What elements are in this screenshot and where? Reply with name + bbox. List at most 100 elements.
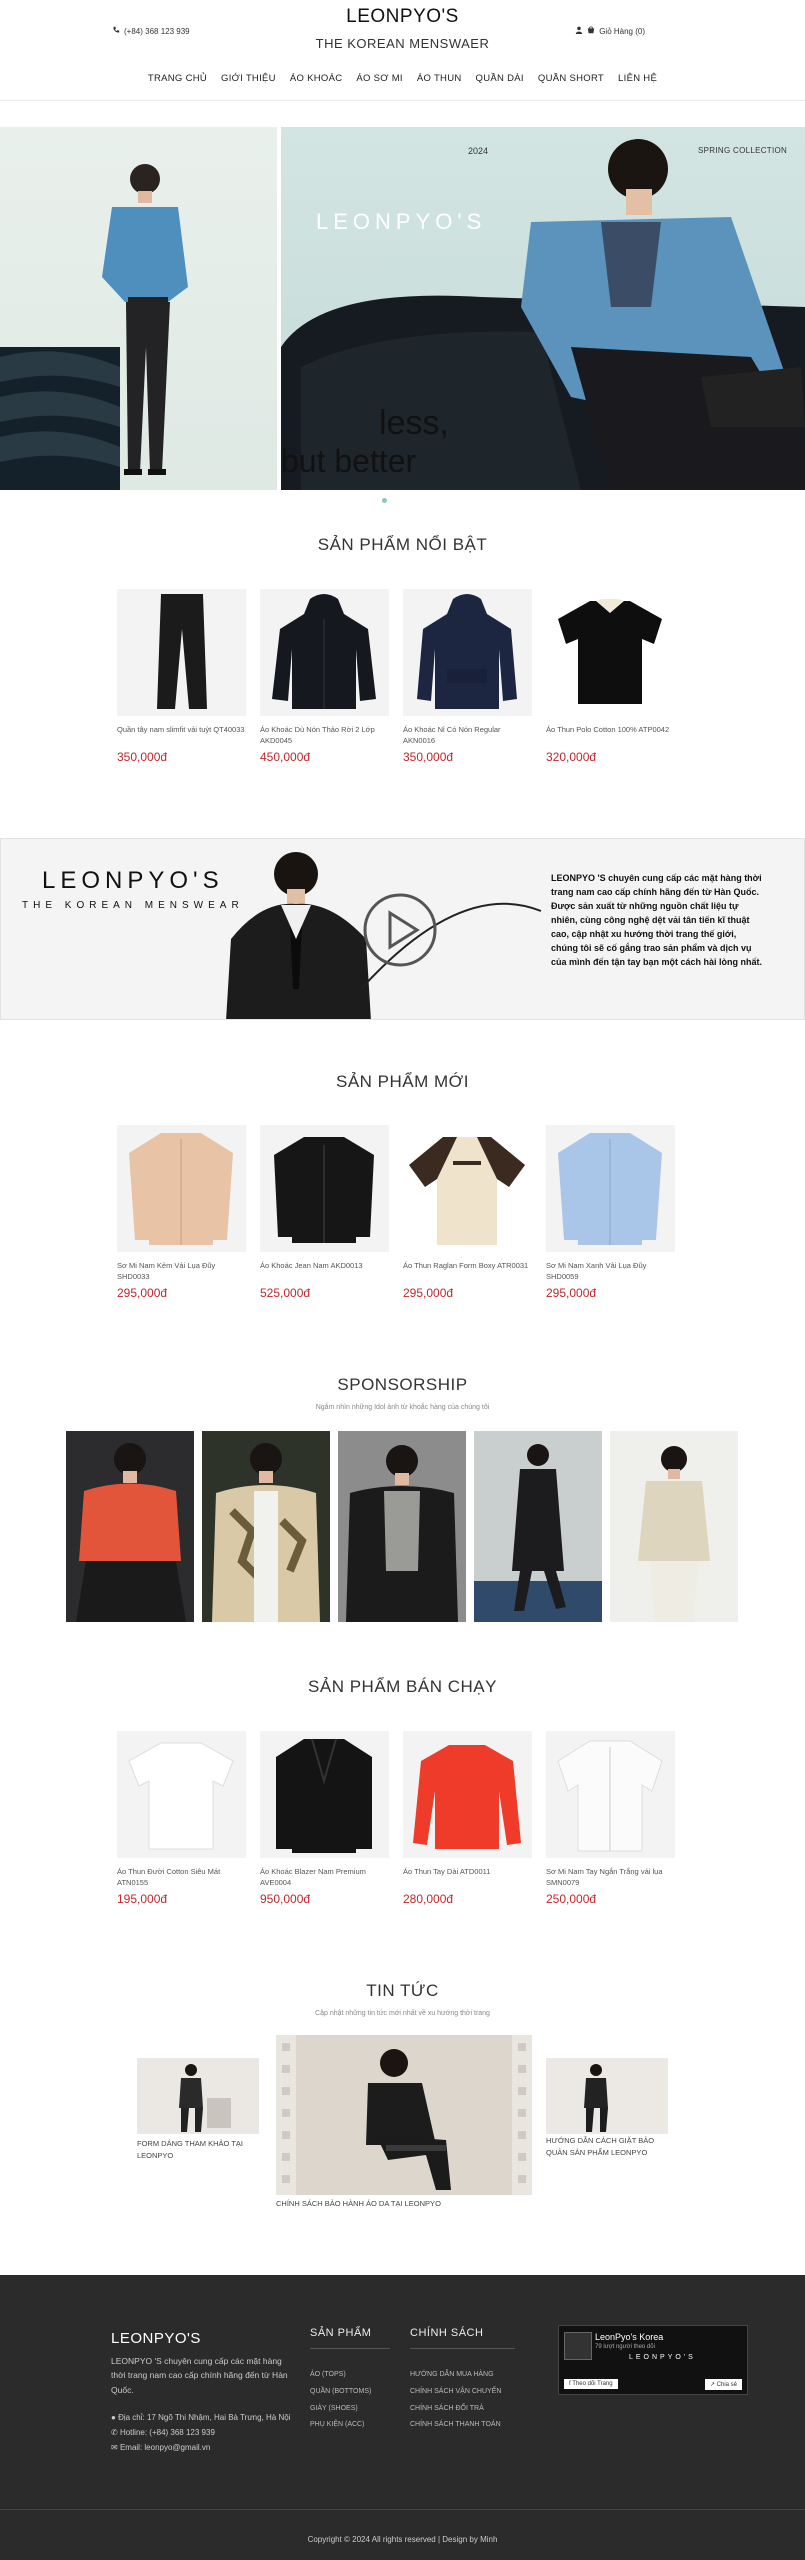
featured-grid: Quần tây nam slimfit vải tuýt QT40033 35… xyxy=(117,589,675,764)
product-price: 280,000đ xyxy=(403,1892,454,1906)
slider-dot[interactable] xyxy=(382,498,387,503)
product-card[interactable]: Áo Thun Đười Cotton Siêu Mát ATN0155 195… xyxy=(117,1731,246,1906)
banner-logo: LEONPYO'S xyxy=(42,867,224,894)
facebook-follow-button[interactable]: f Theo dõi Trang xyxy=(564,2379,618,2389)
product-card[interactable]: Quần tây nam slimfit vải tuýt QT40033 35… xyxy=(117,589,246,764)
sponsorship-title: SPONSORSHIP xyxy=(337,1375,468,1394)
footer-products-title: SẢN PHẨM xyxy=(310,2327,372,2339)
copyright: Copyright © 2024 All rights reserved | D… xyxy=(307,2535,498,2544)
footer-link-accessories[interactable]: PHỤ KIỆN (ACC) xyxy=(310,2417,371,2434)
footer-email[interactable]: ✉ Email: leonpyo@gmail.vn xyxy=(111,2440,301,2455)
product-image[interactable] xyxy=(260,589,389,716)
product-name[interactable]: Áo Khoác Nỉ Có Nón Regular AKN0016 xyxy=(403,724,532,748)
sponsorship-subtitle: Ngắm nhìn những Idol ảnh từ khoắc hàng c… xyxy=(315,1404,490,1411)
site-logo[interactable]: LEONPYO'S THE KOREAN MENSWAER xyxy=(0,6,805,51)
bestsellers-title: SẢN PHẨM BÁN CHẠY xyxy=(308,1677,497,1696)
product-card[interactable]: Áo Khoác Dù Nón Thảo Rời 2 Lớp AKD0045 4… xyxy=(260,589,389,764)
product-image[interactable] xyxy=(260,1125,389,1252)
footer-link-tops[interactable]: ÁO (TOPS) xyxy=(310,2367,371,2384)
product-name[interactable]: Áo Thun Raglan Form Boxy ATR0031 xyxy=(403,1260,532,1284)
product-image[interactable] xyxy=(403,589,532,716)
product-card[interactable]: Áo Thun Polo Cotton 100% ATP0042 320,000… xyxy=(546,589,675,764)
product-card[interactable]: Sơ Mi Nam Xanh Vải Lụa Đũy SHD0059 295,0… xyxy=(546,1125,675,1300)
footer-link-bottoms[interactable]: QUẦN (BOTTOMS) xyxy=(310,2384,371,2401)
product-image[interactable] xyxy=(117,589,246,716)
footer-link-returns[interactable]: CHÍNH SÁCH ĐỔI TRẢ xyxy=(410,2401,501,2418)
product-name[interactable]: Áo Thun Đười Cotton Siêu Mát ATN0155 xyxy=(117,1866,246,1890)
nav-contact[interactable]: LIÊN HỆ xyxy=(618,73,657,84)
footer-products-divider xyxy=(310,2348,390,2349)
facebook-icon: f xyxy=(569,2381,571,2387)
product-card[interactable]: Áo Thun Raglan Form Boxy ATR0031 295,000… xyxy=(403,1125,532,1300)
cart-label: Giỏ Hàng (0) xyxy=(599,26,645,36)
footer-link-shipping[interactable]: CHÍNH SÁCH VẬN CHUYỂN xyxy=(410,2384,501,2401)
facebook-followers: 79 lượt người theo dõi xyxy=(595,2344,655,2350)
product-card[interactable]: Sơ Mi Nam Tay Ngắn Trắng vải lụa SMN0079… xyxy=(546,1731,675,1906)
nav-tshirts[interactable]: ÁO THUN xyxy=(417,73,462,84)
sponsor-photo[interactable] xyxy=(66,1431,194,1622)
footer-link-shoes[interactable]: GIÀY (SHOES) xyxy=(310,2401,371,2418)
product-card[interactable]: Áo Khoác Nỉ Có Nón Regular AKN0016 350,0… xyxy=(403,589,532,764)
facebook-page-name[interactable]: LeonPyo's Korea xyxy=(595,2332,663,2342)
phone-icon: ✆ xyxy=(111,2428,118,2438)
sponsor-photo[interactable] xyxy=(202,1431,330,1622)
footer-link-buying-guide[interactable]: HƯỚNG DẪN MUA HÀNG xyxy=(410,2367,501,2384)
hero-season: SPRING COLLECTION xyxy=(698,146,788,155)
facebook-share-label: Chia sẻ xyxy=(716,2382,737,2388)
product-name[interactable]: Áo Thun Tay Dài ATD0011 xyxy=(403,1866,532,1890)
sponsorship-gallery xyxy=(66,1431,738,1622)
facebook-page-widget[interactable]: LeonPyo's Korea 79 lượt người theo dõi L… xyxy=(558,2325,748,2395)
product-card[interactable]: Áo Thun Tay Dài ATD0011 280,000đ xyxy=(403,1731,532,1906)
news-caption-right[interactable]: HƯỚNG DẪN CÁCH GIẶT BẢO QUẢN SẢN PHẨM LE… xyxy=(546,2135,676,2158)
nav-trousers[interactable]: QUẦN DÀI xyxy=(476,73,524,84)
product-image[interactable] xyxy=(260,1731,389,1858)
nav-shirts[interactable]: ÁO SƠ MI xyxy=(356,73,402,84)
product-image[interactable] xyxy=(546,1731,675,1858)
product-image[interactable] xyxy=(403,1731,532,1858)
header-divider xyxy=(0,100,805,101)
product-name[interactable]: Sơ Mi Nam Tay Ngắn Trắng vải lụa SMN0079 xyxy=(546,1866,675,1890)
account-cart[interactable]: Giỏ Hàng (0) xyxy=(575,26,645,36)
product-name[interactable]: Áo Khoác Dù Nón Thảo Rời 2 Lớp AKD0045 xyxy=(260,724,389,748)
brand-title: LEONPYO'S xyxy=(346,6,459,27)
product-image[interactable] xyxy=(546,589,675,716)
product-card[interactable]: Áo Khoác Blazer Nam Premium AVE0004 950,… xyxy=(260,1731,389,1906)
nav-jackets[interactable]: ÁO KHOÁC xyxy=(290,73,343,84)
product-image[interactable] xyxy=(117,1125,246,1252)
product-name[interactable]: Quần tây nam slimfit vải tuýt QT40033 xyxy=(117,724,246,748)
product-image[interactable] xyxy=(117,1731,246,1858)
facebook-follow-label: Theo dõi Trang xyxy=(572,2381,613,2387)
new-products-title: SẢN PHẨM MỚI xyxy=(336,1072,469,1091)
share-icon: ↗ xyxy=(709,2382,715,2388)
product-image[interactable] xyxy=(546,1125,675,1252)
news-caption-center[interactable]: CHÍNH SÁCH BẢO HÀNH ÁO DA TẠI LEONPYO xyxy=(276,2198,532,2210)
product-image[interactable] xyxy=(403,1125,532,1252)
hero-slider[interactable]: 2024 SPRING COLLECTION LEONPYO'S less, b… xyxy=(0,127,805,490)
news-thumb-left[interactable] xyxy=(137,2058,259,2134)
footer-hotline[interactable]: ✆ Hotline: (+84) 368 123 939 xyxy=(111,2425,301,2440)
play-icon[interactable] xyxy=(361,891,439,969)
product-name[interactable]: Áo Khoác Jean Nam AKD0013 xyxy=(260,1260,389,1284)
facebook-share-button[interactable]: ↗ Chia sẻ xyxy=(704,2379,742,2390)
product-name[interactable]: Sơ Mi Nam Kẻm Vải Lụa Đũy SHD0033 xyxy=(117,1260,246,1284)
product-name[interactable]: Áo Khoác Blazer Nam Premium AVE0004 xyxy=(260,1866,389,1890)
product-card[interactable]: Sơ Mi Nam Kẻm Vải Lụa Đũy SHD0033 295,00… xyxy=(117,1125,246,1300)
product-card[interactable]: Áo Khoác Jean Nam AKD0013 525,000đ xyxy=(260,1125,389,1300)
product-price: 250,000đ xyxy=(546,1892,597,1906)
product-name[interactable]: Áo Thun Polo Cotton 100% ATP0042 xyxy=(546,724,675,748)
sponsor-photo[interactable] xyxy=(610,1431,738,1622)
nav-home[interactable]: TRANG CHỦ xyxy=(148,73,207,84)
product-name[interactable]: Sơ Mi Nam Xanh Vải Lụa Đũy SHD0059 xyxy=(546,1260,675,1284)
sponsor-photo[interactable] xyxy=(338,1431,466,1622)
footer-link-payment[interactable]: CHÍNH SÁCH THANH TOÁN xyxy=(410,2417,501,2434)
footer-address-text: Địa chỉ: 17 Ngõ Thi Nhậm, Hai Bà Trưng, … xyxy=(118,2413,291,2422)
brand-video-banner[interactable]: LEONPYO'S THE KOREAN MENSWEAR LEONPYO 'S… xyxy=(0,838,805,1020)
facebook-cover-brand: LEONPYO'S xyxy=(629,2354,696,2361)
sponsor-photo[interactable] xyxy=(474,1431,602,1622)
footer-divider xyxy=(0,2509,805,2510)
news-thumb-right[interactable] xyxy=(546,2058,668,2134)
news-image-center[interactable] xyxy=(276,2035,532,2195)
news-caption-left[interactable]: FORM DÁNG THAM KHẢO TẠI LEONPYO xyxy=(137,2138,267,2161)
nav-shorts[interactable]: QUẦN SHORT xyxy=(538,73,604,84)
nav-about[interactable]: GIỚI THIỆU xyxy=(221,73,276,84)
